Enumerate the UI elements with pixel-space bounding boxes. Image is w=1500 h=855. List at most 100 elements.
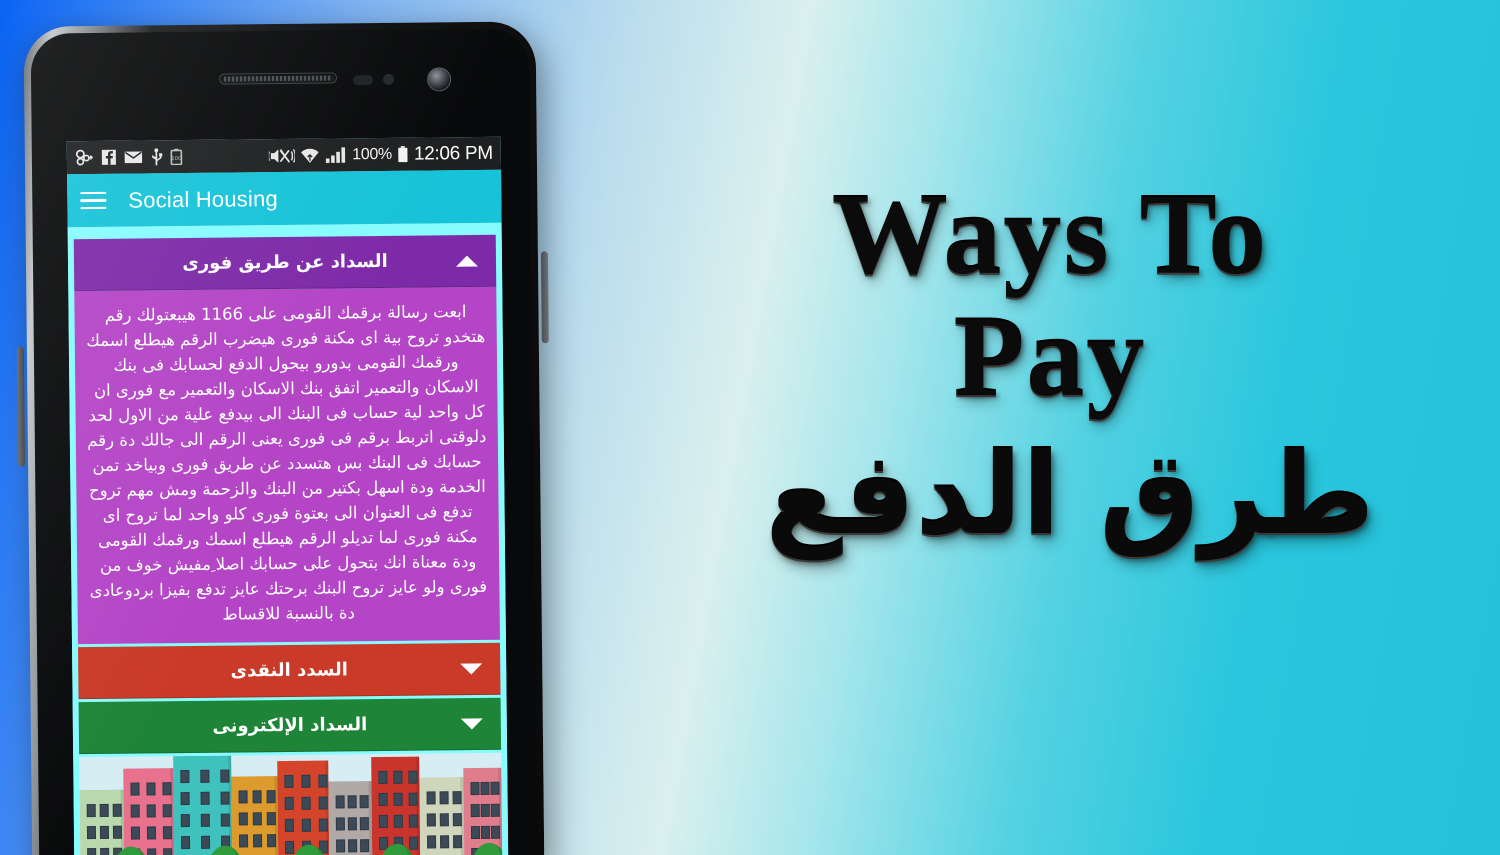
tree bbox=[292, 844, 327, 855]
volume-button[interactable] bbox=[16, 346, 26, 467]
house bbox=[173, 755, 233, 855]
status-bar-notification-icons: 100 bbox=[75, 147, 183, 167]
window bbox=[317, 774, 328, 788]
promo-text-block: Ways To Pay طرق الدفع bbox=[700, 0, 1500, 855]
light-sensor-icon bbox=[383, 73, 395, 85]
window bbox=[200, 813, 210, 827]
window bbox=[112, 803, 122, 817]
front-camera-icon bbox=[426, 67, 452, 92]
chevron-down-icon[interactable] bbox=[460, 717, 483, 730]
window bbox=[180, 792, 190, 806]
window bbox=[180, 770, 190, 784]
tree-crown bbox=[472, 842, 503, 855]
window bbox=[378, 814, 388, 829]
window bbox=[146, 782, 156, 796]
window bbox=[439, 791, 449, 805]
window bbox=[252, 812, 262, 826]
window bbox=[480, 781, 490, 795]
window bbox=[220, 813, 230, 827]
chevron-up-icon[interactable] bbox=[455, 254, 479, 267]
window bbox=[252, 790, 262, 804]
window bbox=[347, 795, 358, 809]
window bbox=[283, 774, 294, 789]
window bbox=[408, 792, 418, 806]
window bbox=[87, 847, 97, 855]
app-toolbar: Social Housing bbox=[67, 169, 502, 228]
accordion-list: السداد عن طريق فورى ابعت رسالة برقمك الق… bbox=[67, 222, 509, 855]
window bbox=[238, 790, 248, 804]
window bbox=[490, 803, 500, 817]
window bbox=[318, 818, 328, 832]
window bbox=[426, 791, 436, 805]
tree-crown bbox=[380, 843, 415, 855]
window bbox=[146, 804, 156, 818]
colorful-row-houses-illustration bbox=[79, 752, 503, 855]
window bbox=[86, 803, 96, 818]
accordion-item-cash: السدد النقدى bbox=[78, 642, 501, 700]
window bbox=[220, 791, 230, 805]
window bbox=[393, 792, 403, 806]
window bbox=[301, 796, 311, 810]
clock-label: 12:06 PM bbox=[413, 142, 493, 165]
window bbox=[131, 826, 141, 840]
status-bar: 100 100% 12:06 PM bbox=[66, 136, 502, 175]
window bbox=[162, 804, 172, 818]
window bbox=[300, 774, 311, 788]
phone-mockup: 100 100% 12:06 PM Social Housing السداد … bbox=[16, 21, 549, 855]
window bbox=[180, 836, 191, 850]
window bbox=[335, 795, 346, 809]
earpiece-speaker bbox=[219, 72, 338, 85]
window bbox=[452, 835, 462, 849]
window bbox=[180, 814, 190, 828]
app-title: Social Housing bbox=[128, 185, 279, 213]
window bbox=[100, 847, 110, 855]
accordion-item-fawry: السداد عن طريق فورى ابعت رسالة برقمك الق… bbox=[73, 234, 500, 645]
accordion-title-fawry: السداد عن طريق فورى bbox=[182, 250, 388, 275]
window bbox=[130, 782, 140, 796]
accordion-header-electronic[interactable]: السداد الإلكترونى bbox=[78, 697, 502, 755]
battery-full-icon bbox=[398, 146, 408, 163]
accordion-title-cash: السدد النقدى bbox=[230, 659, 349, 682]
window bbox=[470, 803, 480, 818]
accordion-header-fawry[interactable]: السداد عن طريق فورى bbox=[73, 234, 497, 292]
window bbox=[426, 813, 436, 827]
window bbox=[392, 770, 403, 784]
houses-row bbox=[79, 753, 503, 855]
window bbox=[266, 812, 276, 826]
phone-body: 100 100% 12:06 PM Social Housing السداد … bbox=[30, 28, 538, 855]
window bbox=[470, 825, 480, 840]
window bbox=[348, 839, 358, 853]
window bbox=[359, 795, 370, 809]
tree bbox=[472, 842, 503, 855]
window bbox=[130, 804, 140, 818]
window bbox=[480, 825, 490, 839]
window bbox=[490, 781, 500, 795]
facebook-icon bbox=[101, 149, 116, 165]
window bbox=[163, 826, 173, 840]
window bbox=[426, 835, 436, 849]
power-button[interactable] bbox=[540, 251, 549, 344]
promo-headline-english: Ways To Pay bbox=[831, 171, 1269, 421]
house bbox=[418, 777, 465, 855]
hamburger-menu-icon[interactable] bbox=[80, 191, 107, 210]
window bbox=[220, 769, 230, 783]
window bbox=[162, 782, 172, 796]
house bbox=[79, 789, 125, 855]
window bbox=[99, 825, 110, 839]
window bbox=[147, 848, 157, 855]
tree bbox=[208, 845, 243, 855]
chevron-down-icon[interactable] bbox=[460, 662, 483, 675]
window bbox=[163, 848, 173, 855]
accordion-body-text-fawry: ابعت رسالة برقمك القومى على 1166 هيبعتول… bbox=[86, 302, 488, 624]
window bbox=[238, 812, 248, 826]
usb-icon bbox=[152, 147, 163, 165]
window bbox=[480, 803, 490, 817]
window bbox=[439, 835, 449, 849]
accordion-body-fawry: ابعت رسالة برقمك القومى على 1166 هيبعتول… bbox=[74, 286, 500, 645]
window bbox=[452, 791, 462, 805]
battery-percent-label: 100% bbox=[352, 145, 393, 163]
window bbox=[439, 813, 449, 827]
email-icon bbox=[124, 151, 143, 164]
accordion-header-cash[interactable]: السدد النقدى bbox=[78, 642, 501, 700]
wifi-icon bbox=[301, 148, 319, 163]
